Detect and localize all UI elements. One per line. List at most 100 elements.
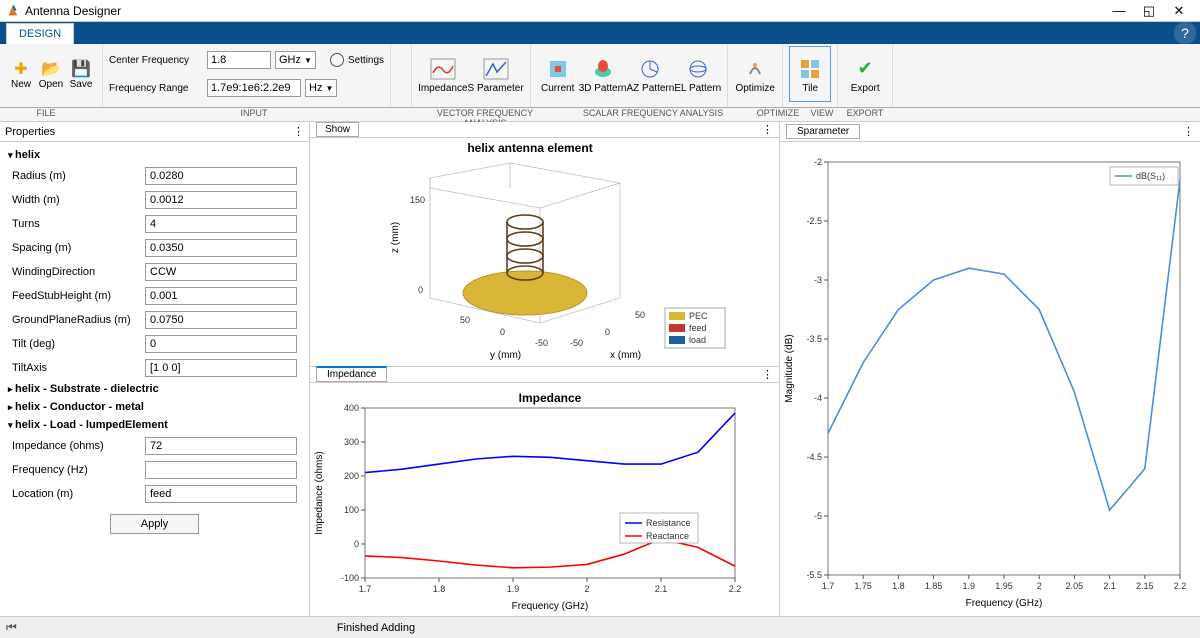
impedance-button[interactable]: Impedance xyxy=(418,46,467,102)
property-input[interactable] xyxy=(145,191,297,209)
ribbon-section-labels: FILE INPUT VECTOR FREQUENCY ANALYSIS SCA… xyxy=(0,108,1200,122)
svg-text:1.75: 1.75 xyxy=(854,581,872,591)
svg-text:-50: -50 xyxy=(570,338,583,348)
svg-text:Resistance: Resistance xyxy=(646,518,691,528)
elpattern-button[interactable]: EL Pattern xyxy=(674,46,721,102)
property-label: Tilt (deg) xyxy=(12,338,139,350)
tab-design[interactable]: DESIGN xyxy=(6,23,74,44)
property-input[interactable] xyxy=(145,461,297,479)
section-helix[interactable]: helix xyxy=(0,146,309,164)
frequency-range-input[interactable] xyxy=(207,79,301,97)
impedance-icon xyxy=(430,55,456,83)
svg-text:0: 0 xyxy=(605,327,610,337)
status-message: Finished Adding xyxy=(337,622,415,634)
impedance-chart[interactable]: Impedance-10001002003004001.71.81.922.12… xyxy=(310,383,750,613)
optimize-icon xyxy=(744,55,766,83)
property-label: Turns xyxy=(12,218,139,230)
sparameter-panel: Sparameter ⋮ -5.5-5-4.5-4-3.5-3-2.5-21.7… xyxy=(780,122,1200,616)
tile-button[interactable]: Tile xyxy=(789,46,831,102)
property-label: TiltAxis xyxy=(12,362,139,374)
svg-text:0: 0 xyxy=(500,327,505,337)
property-input[interactable] xyxy=(145,287,297,305)
svg-text:-2.5: -2.5 xyxy=(806,216,822,226)
pattern3d-button[interactable]: 3D Pattern xyxy=(579,46,627,102)
property-input[interactable] xyxy=(145,215,297,233)
property-input[interactable] xyxy=(145,437,297,455)
current-button[interactable]: Current xyxy=(537,46,579,102)
svg-text:-3.5: -3.5 xyxy=(806,334,822,344)
property-row: Spacing (m) xyxy=(0,236,309,260)
property-label: Spacing (m) xyxy=(12,242,139,254)
svg-text:2: 2 xyxy=(584,584,589,594)
property-input[interactable] xyxy=(145,167,297,185)
svg-text:Magnitude (dB): Magnitude (dB) xyxy=(784,334,795,402)
svg-text:Frequency (GHz): Frequency (GHz) xyxy=(512,601,589,612)
optimize-button[interactable]: Optimize xyxy=(734,46,776,102)
property-label: WindingDirection xyxy=(12,266,139,278)
sparameter-chart[interactable]: -5.5-5-4.5-4-3.5-3-2.5-21.71.751.81.851.… xyxy=(780,142,1195,610)
svg-text:PEC: PEC xyxy=(689,311,708,321)
svg-text:1.8: 1.8 xyxy=(892,581,905,591)
export-icon: ✔ xyxy=(858,55,873,83)
svg-text:1.8: 1.8 xyxy=(433,584,446,594)
panel-menu-icon[interactable]: ⋮ xyxy=(293,125,304,138)
impedance-tab[interactable]: Impedance xyxy=(316,366,387,382)
property-input[interactable] xyxy=(145,311,297,329)
apply-button[interactable]: Apply xyxy=(110,514,200,534)
property-row: GroundPlaneRadius (m) xyxy=(0,308,309,332)
property-row: Width (m) xyxy=(0,188,309,212)
fr-unit-select[interactable]: Hz▼ xyxy=(305,79,337,97)
svg-text:150: 150 xyxy=(410,195,425,205)
show-tab[interactable]: Show xyxy=(316,122,359,137)
sparameter-button[interactable]: S Parameter xyxy=(468,46,524,102)
section-conductor[interactable]: helix - Conductor - metal xyxy=(0,398,309,416)
section-substrate[interactable]: helix - Substrate - dielectric xyxy=(0,380,309,398)
svg-text:-100: -100 xyxy=(341,573,359,583)
svg-text:1.9: 1.9 xyxy=(963,581,976,591)
property-row: TiltAxis xyxy=(0,356,309,380)
panel-menu-icon[interactable]: ⋮ xyxy=(762,123,779,136)
property-input[interactable] xyxy=(145,263,297,281)
property-row: Impedance (ohms) xyxy=(0,434,309,458)
close-button[interactable]: ✕ xyxy=(1164,1,1194,21)
tile-icon xyxy=(799,55,821,83)
window-title: Antenna Designer xyxy=(25,4,1104,18)
svg-text:z (mm): z (mm) xyxy=(390,222,401,253)
property-row: FeedStubHeight (m) xyxy=(0,284,309,308)
svg-text:-4.5: -4.5 xyxy=(806,452,822,462)
section-load[interactable]: helix - Load - lumpedElement xyxy=(0,416,309,434)
pattern3d-icon xyxy=(592,55,614,83)
open-button[interactable]: 📂Open xyxy=(36,46,66,102)
minimize-button[interactable]: — xyxy=(1104,1,1134,21)
svg-text:2: 2 xyxy=(1037,581,1042,591)
property-input[interactable] xyxy=(145,335,297,353)
property-input[interactable] xyxy=(145,485,297,503)
svg-text:2.1: 2.1 xyxy=(1103,581,1116,591)
property-input[interactable] xyxy=(145,359,297,377)
property-label: Location (m) xyxy=(12,488,139,500)
panel-menu-icon[interactable]: ⋮ xyxy=(762,368,779,381)
maximize-button[interactable]: ◱ xyxy=(1134,1,1164,21)
svg-text:feed: feed xyxy=(689,323,707,333)
sparameter-tab[interactable]: Sparameter xyxy=(786,124,860,139)
panel-menu-icon[interactable]: ⋮ xyxy=(1183,125,1200,138)
cf-unit-select[interactable]: GHz▼ xyxy=(275,51,316,69)
rewind-icon[interactable]: ⏮ xyxy=(6,620,17,635)
new-button[interactable]: ✚New xyxy=(6,46,36,102)
antenna-3d-view[interactable]: helix antenna element 1 xyxy=(310,138,750,363)
center-frequency-input[interactable] xyxy=(207,51,271,69)
svg-text:dB(S₁₁): dB(S₁₁) xyxy=(1136,171,1165,181)
property-row: Frequency (Hz) xyxy=(0,458,309,482)
svg-text:300: 300 xyxy=(344,437,359,447)
export-button[interactable]: ✔Export xyxy=(844,46,886,102)
svg-text:100: 100 xyxy=(344,505,359,515)
svg-text:200: 200 xyxy=(344,471,359,481)
svg-text:2.2: 2.2 xyxy=(1174,581,1187,591)
save-button[interactable]: 💾Save xyxy=(66,46,96,102)
help-icon[interactable]: ? xyxy=(1174,22,1196,44)
svg-text:y (mm): y (mm) xyxy=(490,350,521,361)
svg-text:0: 0 xyxy=(418,285,423,295)
settings-button[interactable]: Settings xyxy=(348,55,384,66)
property-input[interactable] xyxy=(145,239,297,257)
azpattern-button[interactable]: AZ Pattern xyxy=(627,46,675,102)
